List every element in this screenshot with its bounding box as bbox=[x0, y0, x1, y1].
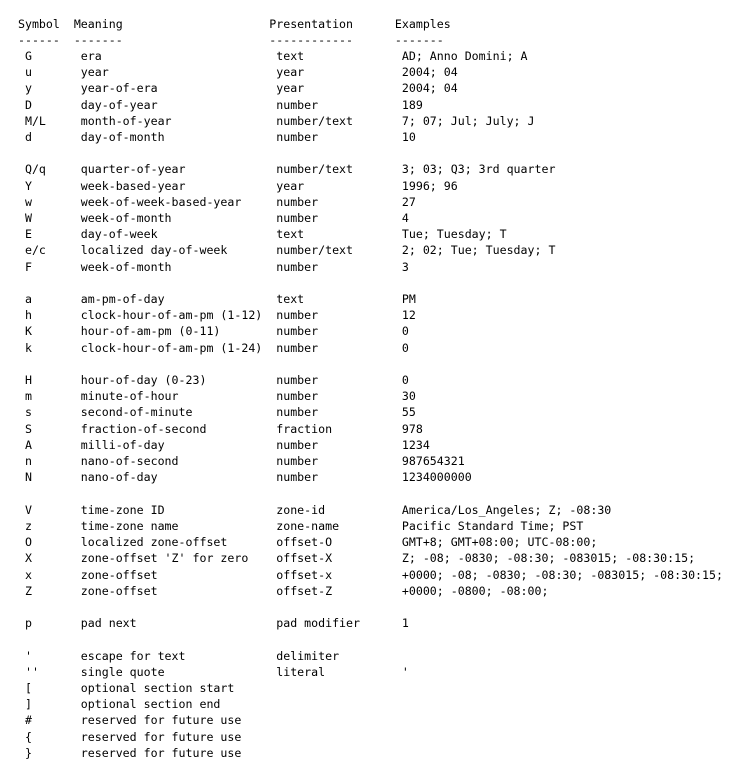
table-row: ' escape for text delimiter bbox=[24, 648, 340, 663]
table-row: Symbol Meaning Presentation Examples bbox=[17, 16, 451, 31]
table-row: V time-zone ID zone-id America/Los_Angel… bbox=[24, 502, 612, 517]
table-row: s second-of-minute number 55 bbox=[24, 405, 416, 420]
table-row: '' single quote literal ' bbox=[24, 664, 409, 679]
table-row: M/L month-of-year number/text 7; 07; Jul… bbox=[24, 113, 535, 128]
table-row: { reserved for future use bbox=[24, 729, 242, 744]
table-row: X zone-offset 'Z' for zero offset-X Z; -… bbox=[24, 551, 696, 566]
table-row: ] optional section end bbox=[24, 697, 221, 712]
pattern-letters-text-table: Symbol Meaning Presentation Examples ---… bbox=[0, 16, 738, 761]
table-row: u year year 2004; 04 bbox=[24, 65, 458, 80]
table-row: Z zone-offset offset-Z +0000; -0800; -08… bbox=[24, 583, 549, 598]
table-row: p pad next pad modifier 1 bbox=[24, 616, 409, 631]
table-row: z time-zone name zone-name Pacific Stand… bbox=[24, 518, 584, 533]
table-row: O localized zone-offset offset-O GMT+8; … bbox=[24, 535, 598, 550]
table-row: # reserved for future use bbox=[24, 713, 242, 728]
table-row: } reserved for future use bbox=[11, 745, 242, 760]
table-row: m minute-of-hour number 30 bbox=[24, 389, 416, 404]
table-row: G era text AD; Anno Domini; A bbox=[24, 49, 528, 63]
table-row: h clock-hour-of-am-pm (1-12) number 12 bbox=[24, 308, 416, 323]
table-row: N nano-of-day number 1234000000 bbox=[24, 470, 472, 485]
table-row: Q/q quarter-of-year number/text 3; 03; Q… bbox=[24, 162, 556, 177]
table-row: E day-of-week text Tue; Tuesday; T bbox=[24, 227, 507, 242]
table-row: S fraction-of-second fraction 978 bbox=[24, 421, 423, 436]
table-row: ------ ------- ------------ ------- bbox=[17, 32, 444, 47]
table-row: k clock-hour-of-am-pm (1-24) number 0 bbox=[24, 340, 409, 355]
table-row: y year-of-era year 2004; 04 bbox=[24, 81, 458, 96]
table-row: d day-of-month number 10 bbox=[24, 130, 416, 145]
table-row: e/c localized day-of-week number/text 2;… bbox=[24, 243, 556, 258]
table-row: A milli-of-day number 1234 bbox=[24, 437, 430, 452]
table-row: D day-of-year number 189 bbox=[24, 97, 423, 112]
table-row: a am-pm-of-day text PM bbox=[24, 292, 416, 307]
table-row: W week-of-month number 4 bbox=[24, 211, 409, 226]
table-row: x zone-offset offset-x +0000; -08; -0830… bbox=[24, 567, 723, 582]
table-row: w week-of-week-based-year number 27 bbox=[24, 194, 416, 209]
table-row: F week-of-month number 3 bbox=[24, 259, 409, 274]
table-row: n nano-of-second number 987654321 bbox=[24, 454, 465, 469]
table-row: K hour-of-am-pm (0-11) number 0 bbox=[24, 324, 409, 339]
document-page: Symbol Meaning Presentation Examples ---… bbox=[0, 0, 738, 760]
table-row: H hour-of-day (0-23) number 0 bbox=[24, 373, 409, 388]
table-row: Y week-based-year year 1996; 96 bbox=[24, 178, 458, 193]
table-row: [ optional section start bbox=[24, 680, 235, 695]
